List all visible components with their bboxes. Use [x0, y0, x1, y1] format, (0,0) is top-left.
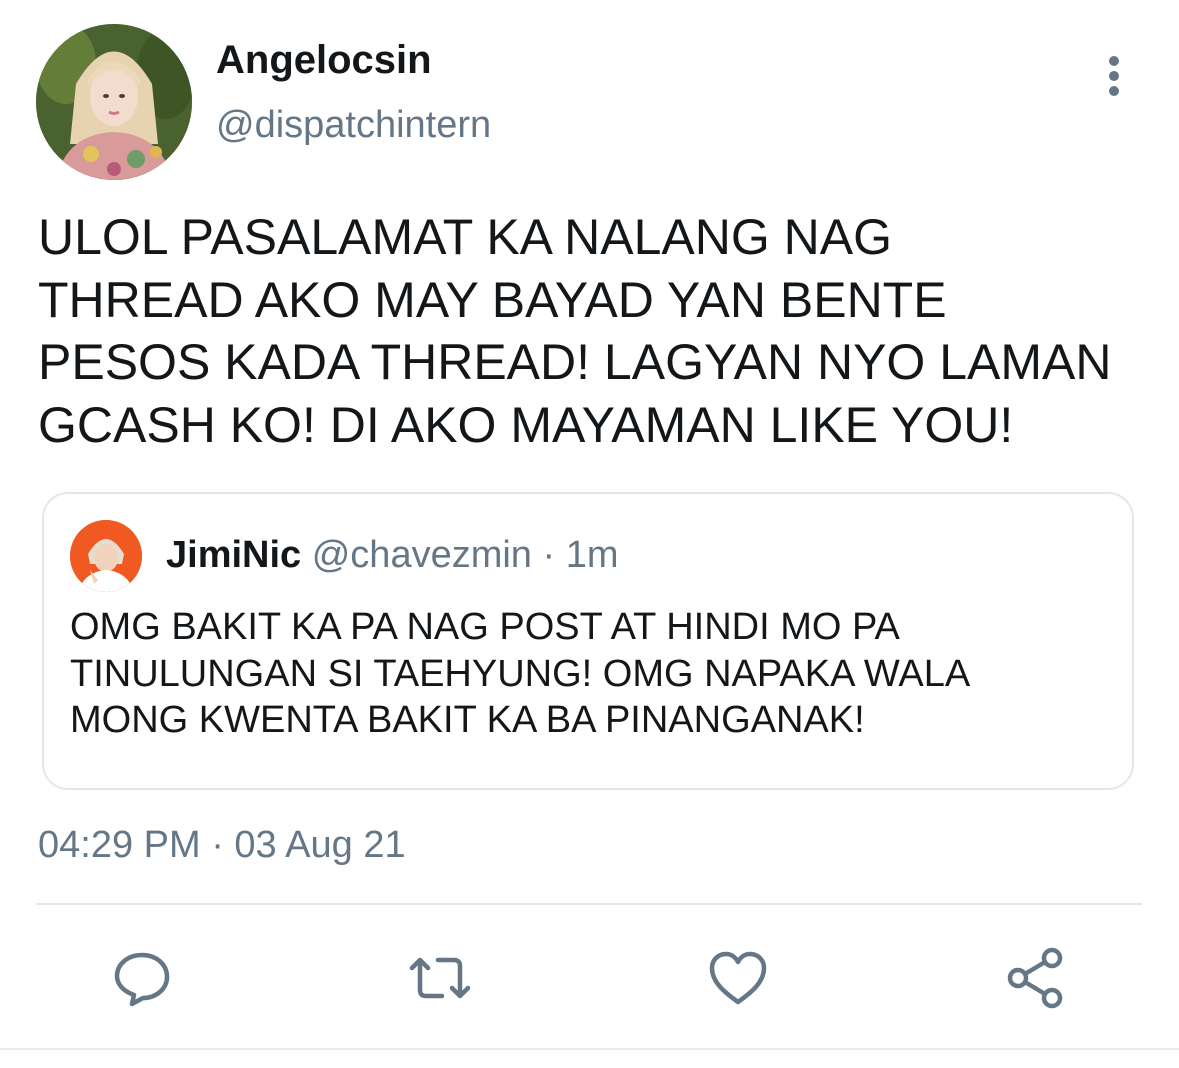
tweet-text: ULOL PASALAMAT KA NALANG NAG THREAD AKO … [38, 209, 1112, 453]
quoted-author-handle: @chavezmin [311, 534, 532, 576]
author-avatar[interactable] [36, 24, 192, 180]
quoted-tweet-card[interactable]: JimiNic @chavezmin · 1m OMG BAKIT KA PA … [42, 492, 1134, 790]
heart-icon [709, 951, 767, 1005]
more-options-button[interactable] [1096, 52, 1132, 100]
quoted-tweet-time: 1m [565, 534, 619, 576]
author-handle[interactable]: @dispatchintern [216, 104, 491, 147]
author-display-name[interactable]: Angelocsin [216, 38, 432, 83]
share-icon [1007, 947, 1063, 1009]
bottom-divider [0, 1048, 1179, 1050]
like-button[interactable] [706, 946, 770, 1010]
retweet-button[interactable] [408, 946, 472, 1010]
tweet-timestamp[interactable]: 04:29 PM · 03 Aug 21 [38, 824, 406, 867]
quoted-tweet-text: OMG BAKIT KA PA NAG POST AT HINDI MO PA … [70, 606, 971, 741]
share-button[interactable] [1004, 946, 1068, 1010]
more-vertical-icon [1109, 56, 1119, 96]
quoted-author-avatar [70, 520, 142, 592]
quoted-separator: · [542, 534, 556, 576]
quoted-author-display-name: JimiNic [166, 534, 302, 576]
divider [36, 903, 1142, 905]
retweet-icon [409, 957, 471, 999]
reply-button[interactable] [110, 946, 174, 1010]
quoted-tweet-header: JimiNic @chavezmin · 1m [166, 534, 619, 577]
reply-icon [114, 952, 170, 1007]
